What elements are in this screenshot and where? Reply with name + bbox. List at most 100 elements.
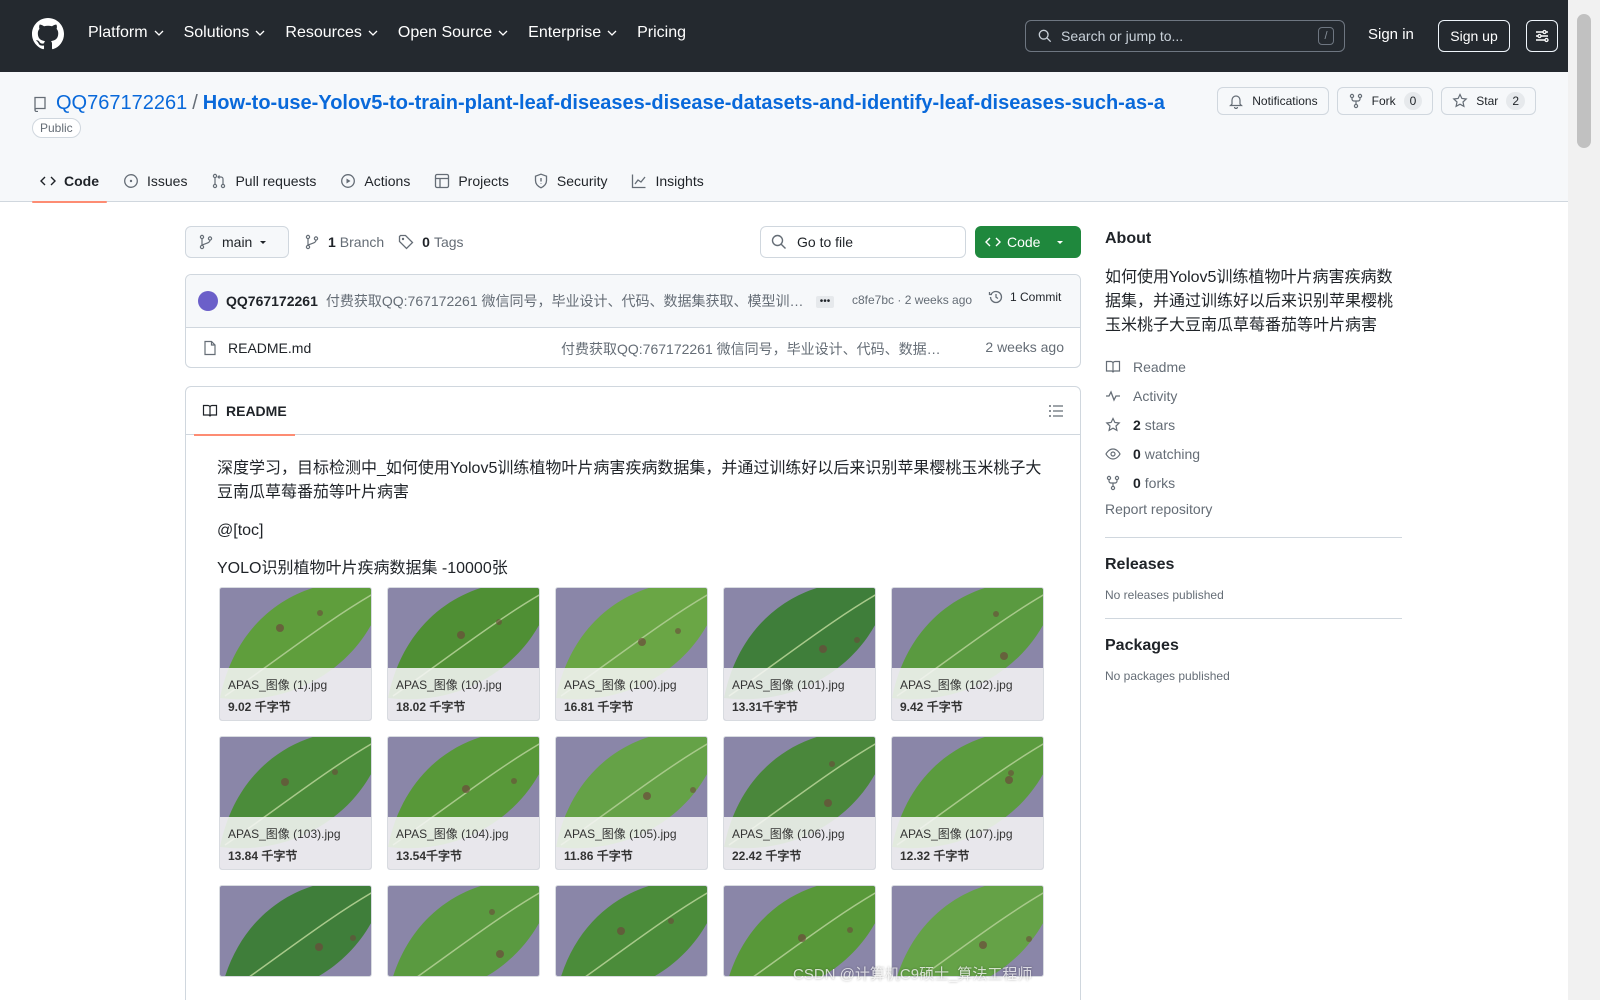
chevron-down-icon: [368, 30, 378, 36]
packages-title[interactable]: Packages: [1105, 637, 1405, 655]
graph-icon: [632, 174, 646, 189]
commits-link[interactable]: 1 Commit: [988, 289, 1061, 305]
thumbnail-filename: APAS_图像 (1).jpg: [228, 678, 328, 692]
commit-message[interactable]: 付费获取QQ:767172261 微信同号，毕业设计、代码、数据集获取、模型训练…: [326, 291, 806, 311]
file-commit-message[interactable]: 付费获取QQ:767172261 微信同号，毕业设计、代码、数据集获取、模型训练: [561, 339, 945, 359]
avatar[interactable]: [198, 291, 218, 311]
caret-down-icon: [260, 241, 266, 244]
branch-label: Branch: [339, 234, 385, 250]
branch-count: 1: [328, 234, 336, 250]
tab-label: Actions: [364, 173, 411, 189]
thumbnail-filename: APAS_图像 (102).jpg: [900, 678, 1013, 692]
dataset-thumbnail[interactable]: [387, 885, 540, 977]
tab-insights[interactable]: Insights: [623, 160, 711, 202]
file-row[interactable]: README.md 付费获取QQ:767172261 微信同号，毕业设计、代码、…: [186, 328, 1080, 368]
readme-toc: @[toc]: [217, 522, 264, 539]
branches-link[interactable]: 1 Branch: [304, 234, 384, 250]
thumbnail-filename: APAS_图像 (106).jpg: [732, 827, 845, 841]
header-menu-button[interactable]: [1526, 20, 1558, 52]
bell-icon: [1229, 95, 1244, 109]
watching-label: watching: [1144, 445, 1201, 462]
dataset-thumbnail[interactable]: APAS_图像 (100).jpg 16.81 千字节: [555, 587, 708, 721]
watching-link[interactable]: 0 watching: [1105, 439, 1405, 468]
dataset-thumbnail[interactable]: [555, 885, 708, 977]
scrollbar-thumb[interactable]: [1577, 14, 1591, 148]
fork-button[interactable]: Fork 0: [1336, 87, 1434, 115]
thumbnail-filesize: 9.02 千字节: [228, 700, 291, 714]
shield-icon: [534, 173, 548, 189]
readme-link[interactable]: Readme: [1105, 352, 1405, 381]
about-title: About: [1105, 230, 1152, 247]
thumbnail-caption: APAS_图像 (101).jpg 13.31千字节: [724, 668, 875, 720]
branch-select-button[interactable]: main: [185, 226, 289, 258]
dataset-thumbnail[interactable]: [219, 885, 372, 977]
global-search-input[interactable]: Search or jump to... /: [1025, 20, 1345, 52]
releases-title[interactable]: Releases: [1105, 556, 1405, 574]
tab-security[interactable]: Security: [525, 160, 616, 202]
activity-link-label: Activity: [1133, 387, 1178, 404]
repo-name-link[interactable]: How-to-use-Yolov5-to-train-plant-leaf-di…: [203, 92, 1165, 115]
nav-open-source[interactable]: Open Source: [398, 24, 508, 42]
search-placeholder: Search or jump to...: [1061, 28, 1184, 44]
repo-owner-link[interactable]: QQ767172261: [56, 92, 187, 115]
thumbnail-filename: APAS_图像 (100).jpg: [564, 678, 677, 692]
commit-count: 1 Commit: [1010, 290, 1062, 304]
dataset-thumbnail[interactable]: APAS_图像 (105).jpg 11.86 千字节: [555, 736, 708, 870]
tags-link[interactable]: 0 Tags: [398, 234, 464, 250]
page-scrollbar[interactable]: [1568, 0, 1600, 1000]
dataset-thumbnail[interactable]: APAS_图像 (1).jpg 9.02 千字节: [219, 587, 372, 721]
file-name[interactable]: README.md: [228, 340, 311, 356]
branch-icon: [305, 234, 319, 250]
nav-enterprise[interactable]: Enterprise: [528, 24, 617, 42]
dataset-thumbnail[interactable]: APAS_图像 (101).jpg 13.31千字节: [723, 587, 876, 721]
go-to-file-input[interactable]: Go to file: [760, 226, 966, 258]
dataset-thumbnail[interactable]: APAS_图像 (102).jpg 9.42 千字节: [891, 587, 1044, 721]
expand-commit-button[interactable]: •••: [816, 296, 834, 308]
file-list: QQ767172261 付费获取QQ:767172261 微信同号，毕业设计、代…: [185, 274, 1081, 368]
readme-tab[interactable]: README: [194, 387, 295, 436]
chevron-down-icon: [154, 30, 164, 36]
caret-down-icon: [1057, 241, 1063, 244]
thumbnail-filesize: 13.54千字节: [396, 849, 463, 863]
tab-code[interactable]: Code: [32, 160, 107, 203]
code-dropdown-button[interactable]: Code: [975, 226, 1081, 258]
tab-actions[interactable]: Actions: [332, 160, 418, 202]
tab-pull-requests[interactable]: Pull requests: [203, 160, 324, 202]
nav-resources[interactable]: Resources: [285, 24, 378, 42]
repo-separator: /: [192, 92, 198, 114]
list-icon[interactable]: [1048, 403, 1064, 419]
dataset-thumbnail[interactable]: APAS_图像 (10).jpg 18.02 千字节: [387, 587, 540, 721]
releases-text: No releases published: [1105, 588, 1224, 602]
sign-up-button[interactable]: Sign up: [1438, 20, 1510, 52]
dataset-thumbnail[interactable]: APAS_图像 (107).jpg 12.32 千字节: [891, 736, 1044, 870]
thumbnail-caption: APAS_图像 (104).jpg 13.54千字节: [388, 817, 539, 869]
notifications-button[interactable]: Notifications: [1217, 87, 1329, 115]
tab-projects[interactable]: Projects: [426, 160, 517, 202]
thumbnail-caption: APAS_图像 (107).jpg 12.32 千字节: [892, 817, 1043, 869]
tab-issues[interactable]: Issues: [115, 160, 195, 202]
nav-platform[interactable]: Platform: [88, 24, 164, 42]
dataset-thumbnail[interactable]: APAS_图像 (104).jpg 13.54千字节: [387, 736, 540, 870]
sign-in-link[interactable]: Sign in: [1368, 26, 1414, 43]
repo-title: QQ767172261 / How-to-use-Yolov5-to-train…: [32, 92, 1165, 115]
nav-label: Resources: [285, 24, 362, 41]
forks-link[interactable]: 0 forks: [1105, 468, 1405, 497]
nav-pricing[interactable]: Pricing: [637, 24, 686, 42]
github-logo-icon[interactable]: [32, 18, 64, 50]
eye-icon: [1105, 447, 1121, 460]
report-repository-link[interactable]: Report repository: [1105, 501, 1405, 517]
dataset-thumbnail[interactable]: APAS_图像 (103).jpg 13.84 千字节: [219, 736, 372, 870]
fork-count: 0: [1403, 92, 1423, 110]
dataset-thumbnail[interactable]: APAS_图像 (106).jpg 22.42 千字节: [723, 736, 876, 870]
activity-link[interactable]: Activity: [1105, 381, 1405, 410]
nav-solutions[interactable]: Solutions: [184, 24, 266, 42]
star-button[interactable]: Star 2: [1441, 87, 1536, 115]
commit-hash-time[interactable]: c8fe7bc · 2 weeks ago: [852, 293, 972, 307]
visibility-badge: Public: [32, 118, 81, 138]
stars-link[interactable]: 2 stars: [1105, 410, 1405, 439]
commit-author[interactable]: QQ767172261: [226, 293, 318, 309]
star-icon: [1105, 416, 1121, 431]
readme-panel: README 深度学习，目标检测中_如何使用Yolov5训练植物叶片病害疾病数据…: [185, 386, 1081, 1000]
code-icon: [985, 237, 1001, 247]
tab-label: Issues: [147, 173, 188, 189]
